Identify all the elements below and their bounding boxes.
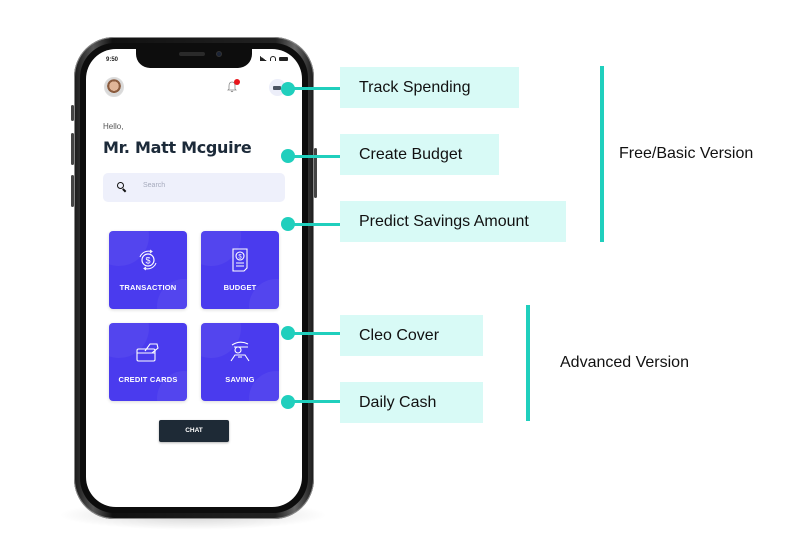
tile-saving[interactable]: SAVING (201, 323, 279, 401)
phone-screen: 9:50 Hello, Mr. Matt Mcguire Search $ TR… (86, 49, 302, 507)
group-label-advanced: Advanced Version (560, 354, 689, 371)
phone-notch (136, 49, 252, 68)
tile-label: CREDIT CARDS (118, 375, 178, 384)
tile-label: SAVING (225, 375, 255, 384)
avatar[interactable] (104, 77, 124, 97)
menu-icon (273, 86, 281, 90)
callout-connector (292, 400, 340, 403)
group-label-free: Free/Basic Version (619, 145, 754, 162)
budget-document-icon: $ (232, 248, 248, 272)
tile-budget[interactable]: $ BUDGET (201, 231, 279, 309)
search-placeholder: Search (143, 182, 166, 189)
chat-button[interactable]: CHAT (159, 420, 229, 442)
callout-daily-cash: Daily Cash (340, 382, 483, 423)
user-name: Mr. Matt Mcguire (103, 138, 252, 157)
credit-card-hand-icon (136, 343, 159, 362)
speaker-grille (179, 52, 205, 56)
tile-credit-cards[interactable]: CREDIT CARDS (109, 323, 187, 401)
group-bracket-free (600, 66, 604, 242)
tile-label: TRANSACTION (119, 283, 177, 292)
search-icon (117, 182, 124, 189)
callout-predict-savings: Predict Savings Amount (340, 201, 566, 242)
notification-badge (234, 79, 240, 85)
callout-track-spending: Track Spending (340, 67, 519, 108)
wifi-icon (270, 56, 276, 61)
tile-transaction[interactable]: $ TRANSACTION (109, 231, 187, 309)
signal-icon (260, 56, 267, 61)
callout-cleo-cover: Cleo Cover (340, 315, 483, 356)
status-time: 9:50 (106, 57, 119, 63)
greeting: Hello, (103, 122, 124, 131)
callout-connector (292, 223, 340, 226)
tile-label: BUDGET (223, 283, 257, 292)
callout-connector (292, 332, 340, 335)
battery-icon (279, 56, 288, 61)
search-input[interactable]: Search (103, 173, 285, 202)
dollar-cycle-icon: $ (139, 249, 157, 271)
callout-create-budget: Create Budget (340, 134, 499, 175)
callout-connector (292, 87, 340, 90)
front-camera (216, 51, 222, 57)
status-icons (260, 56, 288, 61)
group-bracket-advanced (526, 305, 530, 421)
saving-hand-icon (230, 341, 250, 362)
svg-text:$: $ (145, 256, 150, 266)
callout-connector (292, 155, 340, 158)
